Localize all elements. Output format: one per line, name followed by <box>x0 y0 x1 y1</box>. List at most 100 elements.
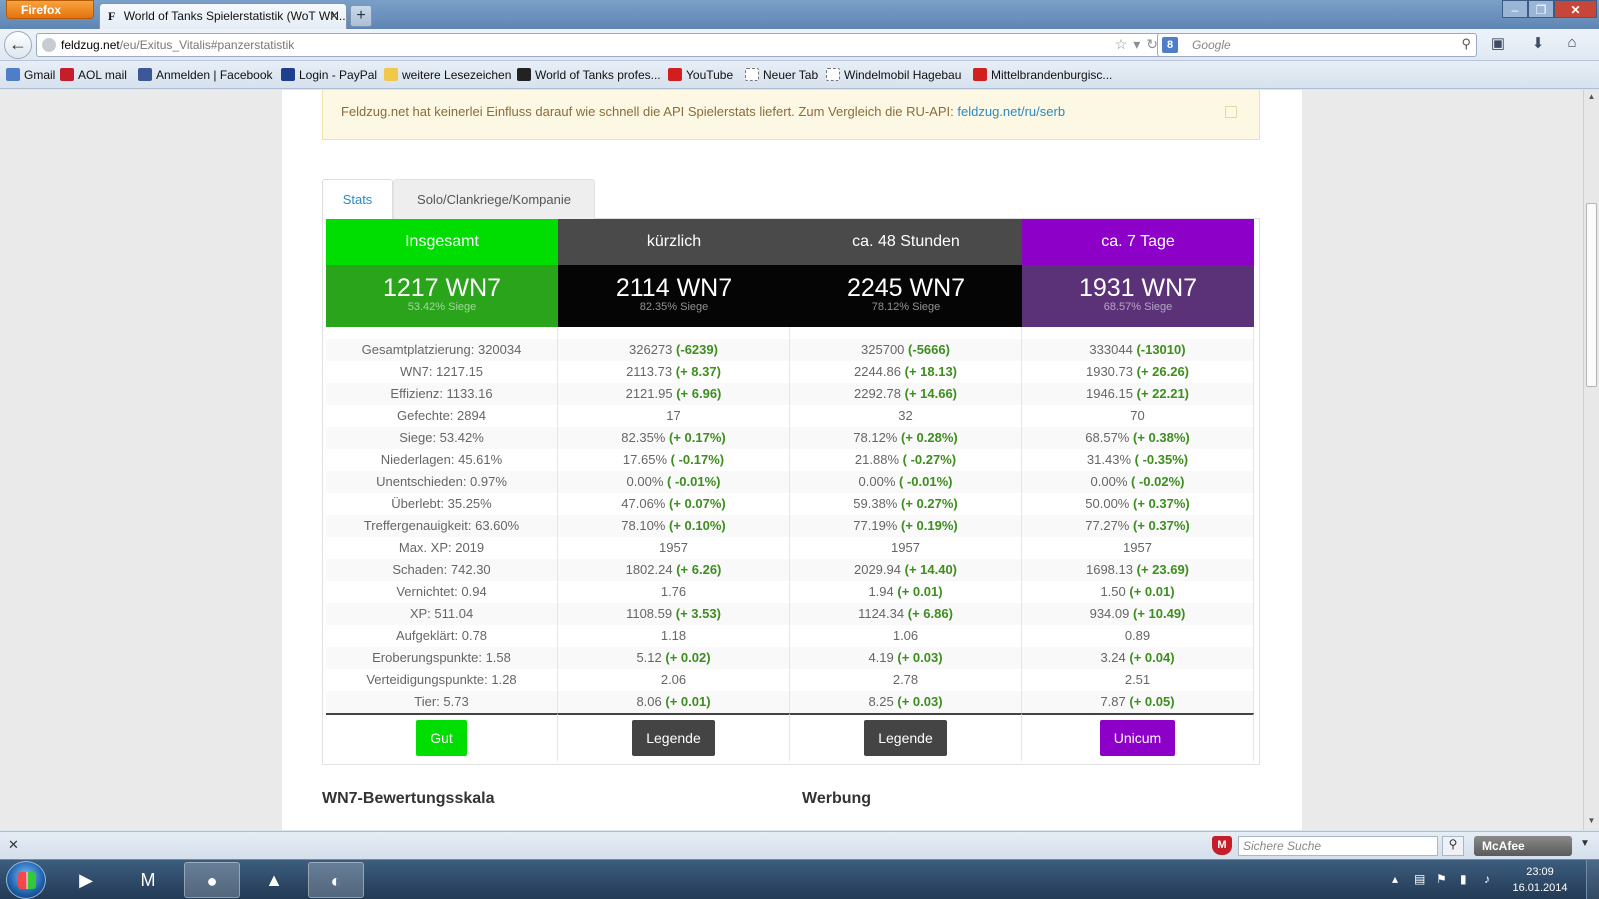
start-button[interactable] <box>6 861 46 899</box>
facebook-icon <box>138 68 152 81</box>
stat-value: Unentschieden: 0.97% <box>376 474 507 489</box>
addon-bar-close-icon[interactable]: ✕ <box>8 837 19 853</box>
addon-dropdown-icon[interactable]: ▼ <box>1580 838 1590 849</box>
rating-button[interactable]: Legende <box>864 720 947 756</box>
media-player-icon[interactable]: ▶ <box>58 862 114 898</box>
bookmark-item[interactable]: Gmail <box>6 68 55 82</box>
window-titlebar: Firefox F World of Tanks Spielerstatisti… <box>0 0 1599 29</box>
tray-app-icon[interactable]: ▤ <box>1414 872 1425 886</box>
alert-close-icon[interactable] <box>1225 106 1237 118</box>
vlc-icon[interactable]: ▲ <box>246 862 302 898</box>
stat-delta: (+ 0.03) <box>897 650 943 665</box>
stat-row: 1.50 (+ 0.01) <box>1022 581 1253 603</box>
home-icon[interactable]: ⌂ <box>1560 34 1584 56</box>
stat-value: 17 <box>666 408 681 423</box>
stat-value: 77.27% <box>1085 518 1130 533</box>
search-bar[interactable]: 8 Google ⚲ <box>1157 33 1477 57</box>
stat-row: 1698.13 (+ 23.69) <box>1022 559 1253 581</box>
stat-delta: (+ 0.05) <box>1129 694 1175 709</box>
tab-stats[interactable]: Stats <box>322 179 393 220</box>
window-close-button[interactable]: ✕ <box>1554 0 1597 18</box>
stat-value: 1802.24 <box>625 562 673 577</box>
stat-row: 7.87 (+ 0.05) <box>1022 691 1253 713</box>
scroll-down-icon[interactable]: ▼ <box>1584 816 1599 825</box>
stat-delta: (+ 14.66) <box>904 386 958 401</box>
stat-value: 21.88% <box>854 452 899 467</box>
tray-expand-icon[interactable]: ▴ <box>1392 872 1398 886</box>
wn7-score: 1931 WN7 <box>1078 274 1198 302</box>
stat-value: 59.38% <box>853 496 898 511</box>
safe-search-input[interactable]: Sichere Suche <box>1238 836 1438 856</box>
back-button[interactable]: ← <box>4 31 32 59</box>
stat-value: 1.06 <box>892 628 919 643</box>
page-content: Feldzug.net hat keinerlei Einfluss darau… <box>282 90 1302 830</box>
stat-value: Treffergenauigkeit: 63.60% <box>363 518 520 533</box>
browser-tab-active[interactable]: F World of Tanks Spielerstatistik (WoT W… <box>99 3 347 29</box>
mcafee-taskbar-icon[interactable]: M <box>120 862 176 898</box>
address-bar[interactable]: feldzug.net/eu/Exitus_Vitalis#panzerstat… <box>36 33 1171 57</box>
stat-rows: Gesamtplatzierung: 320034 WN7: 1217.15 Eff… <box>326 327 558 713</box>
stat-delta: (+ 0.19%) <box>900 518 958 533</box>
rating-button[interactable]: Legende <box>632 720 715 756</box>
search-icon[interactable]: ⚲ <box>1461 36 1471 52</box>
network-icon[interactable]: ▮ <box>1460 872 1467 886</box>
bookmark-item[interactable]: Mittelbrandenburgisc... <box>973 68 1112 82</box>
stat-value: 2.06 <box>660 672 687 687</box>
stat-row: Vernichtet: 0.94 <box>326 581 557 603</box>
stat-row: 78.12% (+ 0.28%) <box>790 427 1021 449</box>
page-scrollbar[interactable]: ▲ ▼ <box>1583 90 1599 830</box>
stat-row: 50.00% (+ 0.37%) <box>1022 493 1253 515</box>
tray-security-icon[interactable]: ⚑ <box>1436 872 1447 886</box>
rating-button[interactable]: Gut <box>416 720 467 756</box>
wn7-score: 2245 WN7 <box>846 274 966 302</box>
google-search-engine-icon[interactable]: 8 <box>1162 37 1178 53</box>
bookmark-item[interactable]: AOL mail <box>60 68 127 82</box>
stat-delta: ( -0.01%) <box>667 474 721 489</box>
column-recent: kürzlich 2114 WN7 82.35% Siege 326273 (-623… <box>558 219 790 761</box>
stat-row: Treffergenauigkeit: 63.60% <box>326 515 557 537</box>
scroll-up-icon[interactable]: ▲ <box>1584 92 1599 101</box>
stat-value: 1108.59 <box>626 606 673 621</box>
rating-button[interactable]: Unicum <box>1099 720 1176 756</box>
system-clock[interactable]: 23:09 16.01.2014 <box>1510 864 1570 896</box>
mcafee-shield-icon[interactable]: M <box>1212 836 1232 855</box>
window-maximize-button[interactable]: ❐ <box>1528 0 1554 18</box>
window-minimize-button[interactable]: ‒ <box>1502 0 1528 18</box>
tab-clan-battles[interactable]: Solo/Clankriege/Kompanie <box>393 179 595 220</box>
bookmark-item[interactable]: YouTube <box>668 68 733 82</box>
stat-value: 70 <box>1130 408 1145 423</box>
bookmark-item[interactable]: Neuer Tab <box>745 68 818 82</box>
bookmark-item[interactable]: Login - PayPal <box>281 68 377 82</box>
volume-icon[interactable]: ♪ <box>1484 872 1490 886</box>
safe-search-icon[interactable]: ⚲ <box>1442 836 1464 856</box>
ru-api-link[interactable]: feldzug.net/ru/serb <box>957 104 1065 119</box>
wn7-scale-heading: WN7-Bewertungsskala <box>322 790 495 807</box>
downloads-icon[interactable]: ⬇ <box>1526 34 1550 56</box>
firefox-menu-button[interactable]: Firefox <box>6 0 94 19</box>
site-identity-icon[interactable] <box>42 38 56 52</box>
stat-value: Max. XP: 2019 <box>398 540 485 555</box>
stat-row: 0.00% ( -0.01%) <box>790 471 1021 493</box>
bookmarks-menu-icon[interactable]: ▣ <box>1486 34 1510 56</box>
bookmark-item[interactable]: World of Tanks profes... <box>517 68 661 82</box>
app-taskbar-icon[interactable]: ◐ <box>308 862 364 898</box>
stat-delta: (+ 22.21) <box>1136 386 1190 401</box>
mcafee-button[interactable]: McAfee <box>1474 836 1572 856</box>
url-path: /eu/Exitus_Vitalis#panzerstatistik <box>119 38 295 52</box>
tab-close-icon[interactable]: ✕ <box>329 9 339 23</box>
new-tab-button[interactable]: + <box>350 5 372 27</box>
firefox-taskbar-icon[interactable]: ● <box>184 862 240 898</box>
show-desktop-button[interactable] <box>1586 860 1599 899</box>
stat-value: Tier: 5.73 <box>414 694 469 709</box>
bookmark-folder[interactable]: weitere Lesezeichen <box>384 68 511 82</box>
stat-row: Verteidigungspunkte: 1.28 <box>326 669 557 691</box>
scrollbar-thumb[interactable] <box>1586 203 1597 387</box>
stat-value: 4.19 <box>868 650 894 665</box>
wn7-score: 2114 WN7 <box>615 274 733 302</box>
stat-row: Überlebt: 35.25% <box>326 493 557 515</box>
bookmark-item[interactable]: Windelmobil Hagebau <box>826 68 961 82</box>
bookmark-item[interactable]: Anmelden | Facebook <box>138 68 273 82</box>
stat-delta: ( -0.02%) <box>1131 474 1185 489</box>
stat-row: 77.27% (+ 0.37%) <box>1022 515 1253 537</box>
aol-key-icon <box>60 68 74 81</box>
